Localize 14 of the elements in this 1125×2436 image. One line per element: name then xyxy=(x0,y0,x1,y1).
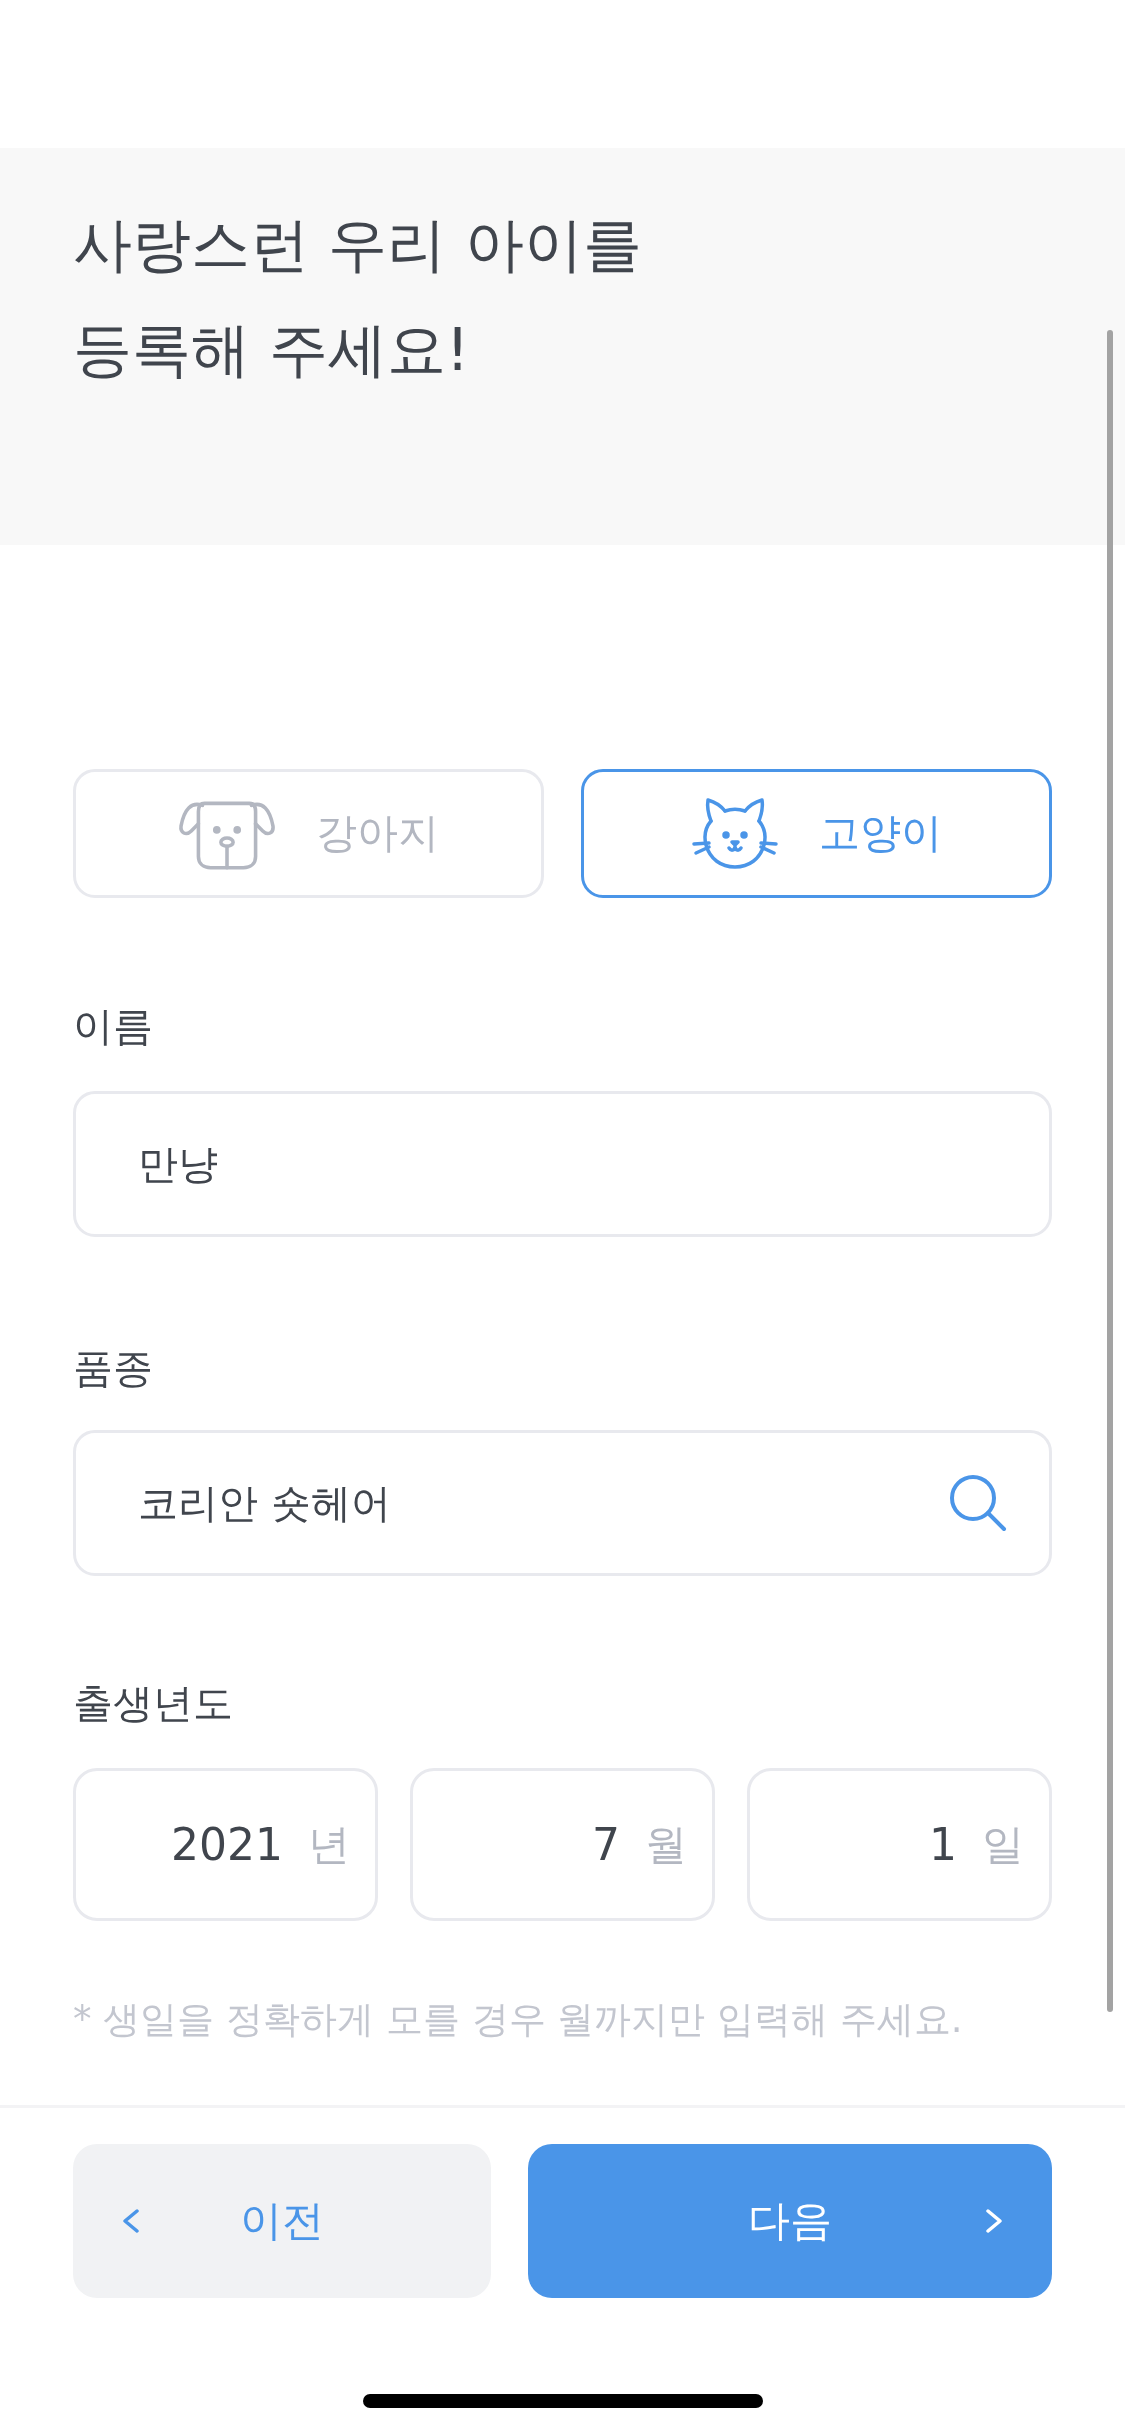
field-label: 품종 xyxy=(73,1344,154,1393)
search-icon[interactable] xyxy=(949,1474,1007,1532)
page-title: 사랑스런 우리 아이를 등록해 주세요! xyxy=(73,209,643,386)
cat-icon xyxy=(691,796,779,871)
field-label: 출생년도 xyxy=(73,1679,234,1728)
unit-label: 일 xyxy=(982,1818,1024,1871)
unit-label: 년 xyxy=(308,1818,350,1871)
chevron-right-icon xyxy=(986,2209,1002,2233)
unit-label: 월 xyxy=(645,1818,687,1871)
hint-text: * 생일을 정확하게 모를 경우 월까지만 입력해 주세요. xyxy=(73,1997,964,2043)
input-field[interactable]: 만냥 xyxy=(73,1091,1052,1237)
chevron-left-icon xyxy=(123,2209,139,2233)
field-label: 이름 xyxy=(73,1002,154,1051)
search-field[interactable]: 코리안 숏헤어 xyxy=(73,1430,1052,1576)
